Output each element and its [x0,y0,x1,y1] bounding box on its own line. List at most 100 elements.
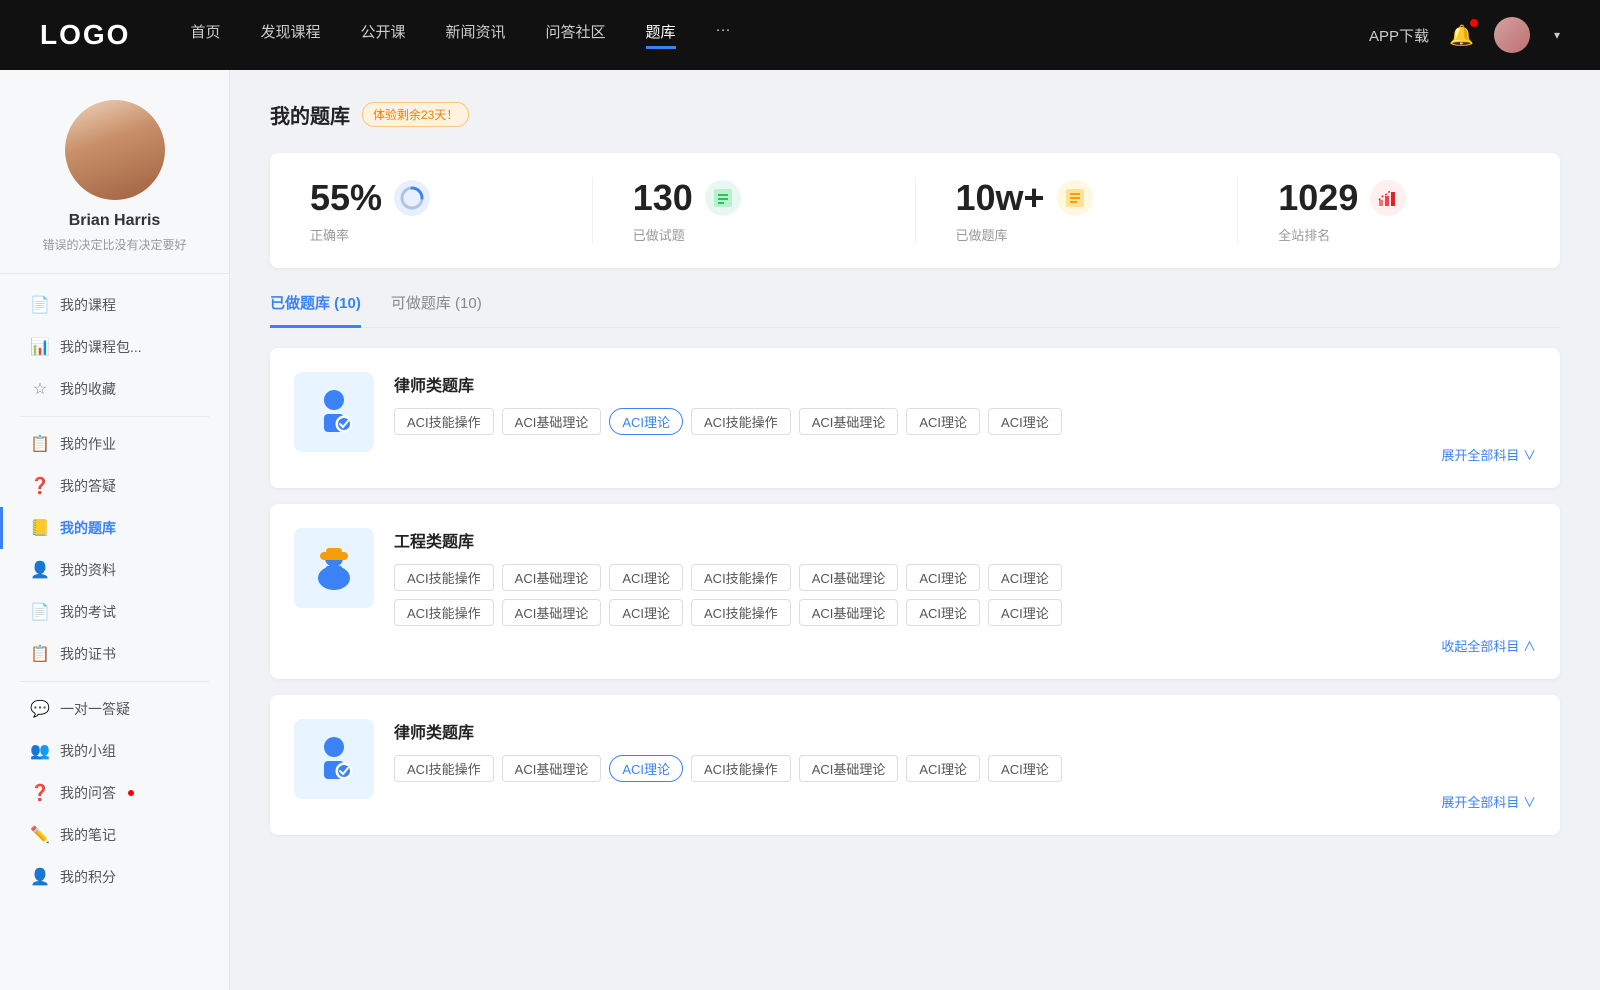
sidebar-item-certificate[interactable]: 📋 我的证书 [0,633,229,675]
tag-item[interactable]: ACI技能操作 [394,564,494,591]
lawyer-svg-icon [308,386,360,438]
nav-discover[interactable]: 发现课程 [260,21,320,49]
tag-item[interactable]: ACI理论 [988,408,1062,435]
tag-item[interactable]: ACI基础理论 [502,408,602,435]
collapse-button[interactable]: 收起全部科目 ∧ [1441,636,1536,655]
qbank-icon: 📒 [30,518,50,538]
myqa-badge [128,790,134,796]
tabs-row: 已做题库 (10) 可做题库 (10) [270,292,1560,328]
stat-banks-label: 已做题库 [956,225,1198,244]
app-download-button[interactable]: APP下载 [1369,25,1429,46]
sidebar-item-qbank[interactable]: 📒 我的题库 [0,507,229,549]
qbank-card-inner-3: 律师类题库 ACI技能操作 ACI基础理论 ACI理论 ACI技能操作 ACI基… [294,719,1536,811]
tag-item[interactable]: ACI基础理论 [799,408,899,435]
tags-row-engineer-1: ACI技能操作 ACI基础理论 ACI理论 ACI技能操作 ACI基础理论 AC… [394,564,1536,591]
logo: LOGO [40,19,130,51]
certificate-icon: 📋 [30,644,50,664]
stat-rank: 1029 全站排名 [1238,177,1560,244]
stat-rank-top: 1029 [1278,177,1520,219]
sidebar-item-myqa[interactable]: ❓ 我的问答 [0,772,229,814]
tab-available-banks[interactable]: 可做题库 (10) [391,292,482,327]
lawyer-icon-wrap-2 [294,719,374,799]
book-icon [1063,186,1087,210]
tag-item-active[interactable]: ACI理论 [609,408,683,435]
done-questions-icon [705,180,741,216]
qbank-engineer-title: 工程类题库 [394,528,1536,552]
page-title-row: 我的题库 体验剩余23天！ [270,100,1560,129]
sidebar-item-coursepack[interactable]: 📊 我的课程包... [0,326,229,368]
nav-qbank[interactable]: 题库 [646,21,676,49]
stat-rank-value: 1029 [1278,177,1358,219]
tag-item[interactable]: ACI技能操作 [691,599,791,626]
main-nav: 首页 发现课程 公开课 新闻资讯 问答社区 题库 ··· [190,21,1369,49]
tag-item[interactable]: ACI理论 [609,564,683,591]
profile-name: Brian Harris [20,212,209,230]
notification-bell[interactable]: 🔔 [1449,23,1474,48]
accuracy-chart-icon [400,186,424,210]
tags-row-engineer-2: ACI技能操作 ACI基础理论 ACI理论 ACI技能操作 ACI基础理论 AC… [394,599,1536,626]
trial-badge: 体验剩余23天！ [362,102,469,127]
course-icon: 📄 [30,295,50,315]
tag-item[interactable]: ACI理论 [906,599,980,626]
tag-item[interactable]: ACI技能操作 [691,564,791,591]
sidebar-item-exam[interactable]: 📄 我的考试 [0,591,229,633]
avatar[interactable] [1494,17,1530,53]
expand-button[interactable]: 展开全部科目 ∨ [1441,445,1536,464]
sidebar-item-notes[interactable]: ✏️ 我的笔记 [0,814,229,856]
tag-item[interactable]: ACI基础理论 [799,564,899,591]
tag-item[interactable]: ACI基础理论 [502,564,602,591]
tag-item[interactable]: ACI理论 [609,599,683,626]
qbank-card-engineer: 工程类题库 ACI技能操作 ACI基础理论 ACI理论 ACI技能操作 ACI基… [270,504,1560,679]
tag-item[interactable]: ACI基础理论 [502,599,602,626]
group-icon: 👥 [30,741,50,761]
qbank-lawyer-title-2: 律师类题库 [394,719,1536,743]
qbank-engineer-content: 工程类题库 ACI技能操作 ACI基础理论 ACI理论 ACI技能操作 ACI基… [394,528,1536,655]
tag-item[interactable]: ACI理论 [988,599,1062,626]
nav-news[interactable]: 新闻资讯 [446,21,506,49]
sidebar-item-points[interactable]: 👤 我的积分 [0,856,229,898]
stats-row: 55% 正确率 130 [270,153,1560,268]
tab-done-banks[interactable]: 已做题库 (10) [270,292,361,328]
nav-more[interactable]: ··· [716,21,731,49]
tag-item[interactable]: ACI理论 [988,755,1062,782]
tag-item[interactable]: ACI技能操作 [691,755,791,782]
tag-item[interactable]: ACI技能操作 [394,408,494,435]
tag-item[interactable]: ACI技能操作 [394,755,494,782]
nav-qa[interactable]: 问答社区 [546,21,606,49]
avatar-image [1494,17,1530,53]
sidebar-item-favorites[interactable]: ☆ 我的收藏 [0,368,229,410]
stat-done-label: 已做试题 [633,225,875,244]
stat-banks-value: 10w+ [956,177,1045,219]
chart-bar-icon [1376,186,1400,210]
tag-item[interactable]: ACI理论 [906,755,980,782]
tag-item[interactable]: ACI理论 [988,564,1062,591]
nav-home[interactable]: 首页 [190,21,220,49]
sidebar-item-homework[interactable]: 📋 我的作业 [0,423,229,465]
tag-item[interactable]: ACI基础理论 [799,755,899,782]
header: LOGO 首页 发现课程 公开课 新闻资讯 问答社区 题库 ··· APP下载 … [0,0,1600,70]
layout: Brian Harris 错误的决定比没有决定要好 📄 我的课程 📊 我的课程包… [0,70,1600,990]
engineer-icon-wrap [294,528,374,608]
tag-item[interactable]: ACI技能操作 [691,408,791,435]
expand-button-2[interactable]: 展开全部科目 ∨ [1441,792,1536,811]
sidebar-item-1on1qa[interactable]: 💬 一对一答疑 [0,688,229,730]
rank-icon [1370,180,1406,216]
qbank-lawyer-content: 律师类题库 ACI技能操作 ACI基础理论 ACI理论 ACI技能操作 ACI基… [394,372,1536,464]
sidebar-item-course[interactable]: 📄 我的课程 [0,284,229,326]
tag-item[interactable]: ACI技能操作 [394,599,494,626]
engineer-svg-icon [308,542,360,594]
stat-done-top: 130 [633,177,875,219]
stat-accuracy-top: 55% [310,177,552,219]
sidebar-item-profile[interactable]: 👤 我的资料 [0,549,229,591]
tag-item[interactable]: ACI理论 [906,408,980,435]
tag-item[interactable]: ACI基础理论 [502,755,602,782]
chevron-down-icon[interactable]: ▾ [1554,28,1560,42]
tag-item-active[interactable]: ACI理论 [609,755,683,782]
sidebar-item-qa[interactable]: ❓ 我的答疑 [0,465,229,507]
nav-opencourse[interactable]: 公开课 [360,21,405,49]
qbank-footer-1: 展开全部科目 ∨ [394,445,1536,464]
sidebar-item-group[interactable]: 👥 我的小组 [0,730,229,772]
tag-item[interactable]: ACI理论 [906,564,980,591]
tag-item[interactable]: ACI基础理论 [799,599,899,626]
done-banks-icon [1057,180,1093,216]
